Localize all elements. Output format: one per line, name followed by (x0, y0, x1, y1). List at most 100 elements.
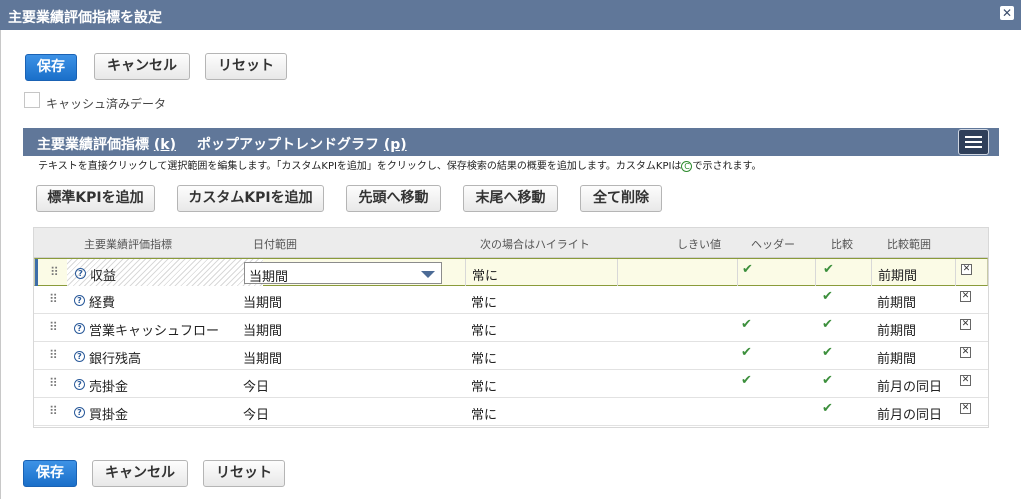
cell-divider (465, 259, 466, 287)
dialog-left-border (0, 30, 1, 499)
remove-row-icon[interactable]: ✕ (960, 347, 971, 358)
help-icon[interactable]: ? (74, 295, 85, 306)
compare-range-value[interactable]: 前月の同日 (877, 376, 942, 395)
save-button[interactable]: 保存 (25, 54, 77, 81)
drag-handle-icon[interactable]: ⠿ (50, 265, 59, 279)
col-header: ヘッダー (751, 238, 795, 251)
cell-divider (955, 259, 956, 287)
delete-all-button[interactable]: 全て削除 (580, 185, 662, 212)
table-row[interactable]: ⠿ ? 売掛金 今日 常に ✔ ✔ 前月の同日 ✕ (34, 370, 988, 398)
tab-kpi-label: 主要業績評価指標 (37, 137, 149, 153)
save-button-bottom[interactable]: 保存 (23, 460, 77, 487)
compare-check-icon[interactable]: ✔ (822, 317, 833, 332)
highlight-value[interactable]: 常に (471, 292, 497, 311)
header-check-icon[interactable]: ✔ (741, 345, 752, 360)
compare-range-value[interactable]: 前期間 (877, 292, 916, 311)
highlight-value[interactable]: 常に (471, 348, 497, 367)
move-bottom-button[interactable]: 末尾へ移動 (463, 185, 558, 212)
table-row[interactable]: ⠿ ? 営業キャッシュフロー 当期間 常に ✔ ✔ 前期間 ✕ (34, 314, 988, 342)
reset-button-bottom[interactable]: リセット (203, 460, 285, 487)
date-range-value[interactable]: 今日 (243, 404, 269, 423)
layout-toggle-icon[interactable] (958, 129, 989, 155)
row-selection-indicator (35, 259, 38, 287)
drag-handle-icon[interactable]: ⠿ (49, 348, 58, 362)
tab-trend-label: ポップアップトレンドグラフ (197, 137, 379, 153)
compare-check-icon[interactable]: ✔ (822, 345, 833, 360)
help-icon[interactable]: ? (74, 351, 85, 362)
compare-range-value[interactable]: 前期間 (877, 320, 916, 339)
drag-handle-icon[interactable]: ⠿ (49, 376, 58, 390)
header-check-icon[interactable]: ✔ (741, 373, 752, 388)
drag-handle-icon[interactable]: ⠿ (49, 292, 58, 306)
col-date-range: 日付範囲 (253, 238, 297, 251)
col-compare-range: 比較範囲 (887, 238, 931, 251)
remove-row-icon[interactable]: ✕ (961, 264, 972, 275)
compare-range-value[interactable]: 前期間 (877, 348, 916, 367)
col-kpi: 主要業績評価指標 (84, 238, 172, 251)
compare-check-icon[interactable]: ✔ (822, 289, 833, 304)
dialog-titlebar: 主要業績評価指標を設定 ✕ (0, 0, 1021, 30)
reset-button[interactable]: リセット (205, 53, 287, 80)
date-range-select[interactable]: 当期間 (244, 262, 442, 285)
date-range-value[interactable]: 当期間 (243, 320, 282, 339)
compare-check-icon[interactable]: ✔ (823, 262, 834, 277)
remove-row-icon[interactable]: ✕ (960, 291, 971, 302)
drag-handle-icon[interactable]: ⠿ (49, 404, 58, 418)
header-check-icon[interactable]: ✔ (741, 317, 752, 332)
add-standard-kpi-button[interactable]: 標準KPIを追加 (36, 185, 155, 212)
date-range-value: 当期間 (249, 270, 289, 285)
move-top-button[interactable]: 先頭へ移動 (346, 185, 441, 212)
cached-data-checkbox[interactable] (24, 92, 40, 108)
header-check-icon[interactable]: ✔ (742, 262, 753, 277)
table-row[interactable]: ⠿ ? 銀行残高 当期間 常に ✔ ✔ 前期間 ✕ (34, 342, 988, 370)
add-custom-kpi-button[interactable]: カスタムKPIを追加 (177, 185, 324, 212)
help-icon[interactable]: ? (75, 268, 86, 279)
table-row[interactable]: ⠿ ? 経費 当期間 常に ✔ 前期間 ✕ (34, 286, 988, 314)
cell-divider (617, 259, 618, 287)
remove-row-icon[interactable]: ✕ (960, 403, 971, 414)
custom-kpi-icon: C (681, 160, 693, 172)
help-icon[interactable]: ? (74, 407, 85, 418)
dialog-title: 主要業績評価指標を設定 (8, 10, 162, 26)
help-icon[interactable]: ? (74, 379, 85, 390)
highlight-value[interactable]: 常に (471, 404, 497, 423)
highlight-value[interactable]: 常に (471, 376, 497, 395)
remove-row-icon[interactable]: ✕ (960, 375, 971, 386)
kpi-name[interactable]: 営業キャッシュフロー (89, 320, 219, 339)
cancel-button[interactable]: キャンセル (94, 53, 190, 80)
tab-kpi-accesskey: (k) (153, 137, 176, 153)
table-header: 主要業績評価指標 日付範囲 次の場合はハイライト しきい値 ヘッダー 比較 比較… (34, 228, 988, 258)
cell-divider (871, 259, 872, 287)
cell-divider (737, 259, 738, 287)
date-range-value[interactable]: 今日 (243, 376, 269, 395)
highlight-value[interactable]: 常に (472, 265, 498, 284)
date-range-value[interactable]: 当期間 (243, 348, 282, 367)
tab-trend-graph[interactable]: ポップアップトレンドグラフ (p) (197, 134, 407, 154)
col-threshold: しきい値 (677, 238, 721, 251)
highlight-value[interactable]: 常に (471, 320, 497, 339)
tab-trend-accesskey: (p) (383, 137, 407, 153)
table-row[interactable]: ⠿ ? 収益 当期間 常に ✔ ✔ 前期間 ✕ (34, 258, 988, 287)
section-header: 主要業績評価指標 (k) ポップアップトレンドグラフ (p) (23, 128, 999, 156)
instructions-part1: テキストを直接クリックして選択範囲を編集します。「カスタムKPIを追加」をクリッ… (38, 161, 682, 172)
cancel-button-bottom[interactable]: キャンセル (92, 460, 188, 487)
kpi-name[interactable]: 収益 (90, 265, 116, 284)
compare-range-value[interactable]: 前月の同日 (877, 404, 942, 423)
compare-check-icon[interactable]: ✔ (822, 401, 833, 416)
instructions-text: テキストを直接クリックして選択範囲を編集します。「カスタムKPIを追加」をクリッ… (38, 157, 761, 172)
help-icon[interactable]: ? (74, 323, 85, 334)
cached-data-label: キャッシュ済みデータ (46, 97, 167, 111)
drag-handle-icon[interactable]: ⠿ (49, 320, 58, 334)
table-row[interactable]: ⠿ ? 買掛金 今日 常に ✔ 前月の同日 ✕ (34, 398, 988, 426)
kpi-name[interactable]: 売掛金 (89, 376, 128, 395)
compare-range-value[interactable]: 前期間 (878, 265, 917, 284)
kpi-name[interactable]: 買掛金 (89, 404, 128, 423)
kpi-name[interactable]: 銀行残高 (89, 348, 141, 367)
close-icon[interactable]: ✕ (1000, 6, 1014, 20)
tab-kpi[interactable]: 主要業績評価指標 (k) (37, 134, 176, 154)
compare-check-icon[interactable]: ✔ (822, 373, 833, 388)
remove-row-icon[interactable]: ✕ (960, 319, 971, 330)
kpi-name[interactable]: 経費 (89, 292, 115, 311)
date-range-value[interactable]: 当期間 (243, 292, 282, 311)
col-compare: 比較 (831, 238, 853, 251)
